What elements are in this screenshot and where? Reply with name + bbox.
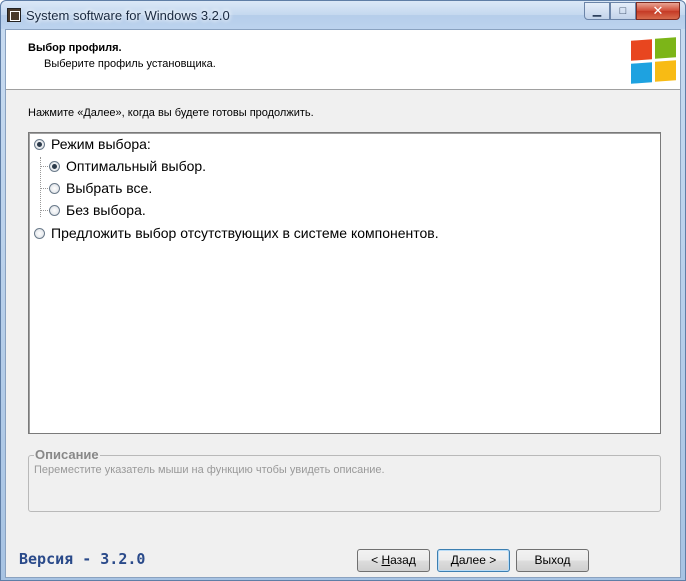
- description-text: Переместите указатель мыши на функцию чт…: [34, 464, 385, 476]
- radio-selected-icon[interactable]: [49, 160, 60, 172]
- radio-unselected-icon[interactable]: [49, 204, 60, 216]
- window-controls: ▁ □ ✕: [584, 2, 680, 20]
- window-title: System software for Windows 3.2.0: [26, 8, 230, 23]
- option-label: Режим выбора:: [51, 136, 151, 152]
- wizard-header: Выбор профиля. Выберите профиль установщ…: [6, 30, 680, 90]
- radio-unselected-icon[interactable]: [34, 227, 45, 239]
- maximize-button[interactable]: □: [610, 2, 636, 20]
- option-label: Предложить выбор отсутствующих в системе…: [51, 225, 439, 241]
- profile-options-tree: Режим выбора: Оптимальный выбор. Выбрать…: [28, 132, 661, 434]
- version-label: Версия - 3.2.0: [19, 550, 146, 568]
- close-button[interactable]: ✕: [636, 2, 680, 20]
- logo-quadrant-yellow: [655, 60, 676, 82]
- title-bar[interactable]: System software for Windows 3.2.0 ▁ □ ✕: [1, 1, 685, 29]
- option-none[interactable]: Без выбора.: [49, 200, 146, 220]
- option-suggest-missing[interactable]: Предложить выбор отсутствующих в системе…: [34, 223, 439, 243]
- radio-unselected-icon[interactable]: [49, 182, 60, 194]
- logo-quadrant-red: [631, 39, 652, 61]
- option-label: Оптимальный выбор.: [66, 158, 207, 174]
- option-optimal[interactable]: Оптимальный выбор.: [49, 156, 206, 176]
- option-label: Выбрать все.: [66, 180, 153, 196]
- minimize-button[interactable]: ▁: [584, 2, 610, 20]
- option-select-all[interactable]: Выбрать все.: [49, 178, 152, 198]
- back-hotkey: Н: [381, 553, 391, 567]
- wizard-client-area: Выбор профиля. Выберите профиль установщ…: [5, 29, 681, 578]
- radio-selected-icon[interactable]: [34, 138, 45, 150]
- next-button[interactable]: Далее >: [437, 549, 510, 572]
- option-selection-mode[interactable]: Режим выбора:: [34, 134, 151, 154]
- exit-button[interactable]: Выход: [516, 549, 589, 572]
- page-subtitle: Выберите профиль установщика.: [44, 58, 216, 70]
- description-legend: Описание: [34, 447, 100, 462]
- back-button[interactable]: < Назад: [357, 549, 430, 572]
- back-prefix: <: [371, 553, 382, 567]
- app-icon[interactable]: [7, 8, 21, 22]
- back-rest: азад: [390, 553, 416, 567]
- option-label: Без выбора.: [66, 202, 146, 218]
- logo-quadrant-green: [655, 37, 676, 59]
- page-title: Выбор профиля.: [28, 42, 122, 54]
- windows-logo-icon: [631, 37, 679, 84]
- description-groupbox: Описание Переместите указатель мыши на ф…: [28, 447, 661, 512]
- logo-quadrant-blue: [631, 62, 652, 84]
- instruction-text: Нажмите «Далее», когда вы будете готовы …: [28, 107, 314, 119]
- installer-window: System software for Windows 3.2.0 ▁ □ ✕ …: [0, 0, 686, 581]
